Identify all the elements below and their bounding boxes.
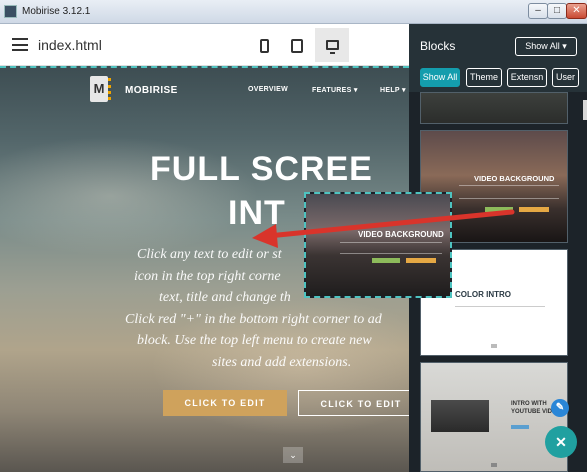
hero-text-line[interactable]: sites and add extensions.	[212, 352, 351, 373]
show-all-dropdown[interactable]: Show All ▾	[515, 37, 577, 56]
block-thumbnail-intro-youtube[interactable]: INTRO WITH YOUTUBE VIDEO	[420, 362, 568, 472]
blocks-panel-title: Blocks	[420, 39, 456, 53]
nav-features[interactable]: FEATURES ▾	[312, 86, 358, 94]
filter-user[interactable]: User	[552, 68, 579, 87]
filter-extensions[interactable]: Extensn	[507, 68, 547, 87]
nav-overview[interactable]: OVERVIEW	[248, 86, 288, 93]
hero-text-line[interactable]: Click any text to edit or st	[137, 244, 282, 265]
block-thumbnail[interactable]	[420, 92, 568, 124]
desktop-view-button[interactable]	[315, 28, 349, 62]
video-preview	[431, 400, 489, 432]
dragged-block-video-background[interactable]: VIDEO BACKGROUND	[304, 192, 452, 298]
tablet-view-button[interactable]	[283, 32, 311, 60]
tablet-icon	[291, 39, 303, 53]
edit-pencil-icon[interactable]: ✎	[551, 399, 569, 417]
editor-toolbar: index.html	[0, 24, 409, 66]
mobile-icon	[259, 39, 269, 53]
close-button[interactable]: ✕	[566, 3, 587, 19]
window-titlebar: Mobirise 3.12.1 – □ ✕	[0, 0, 587, 24]
window-title: Mobirise 3.12.1	[22, 6, 91, 17]
mobile-view-button[interactable]	[250, 32, 278, 60]
site-navbar: M MOBIRISE OVERVIEW FEATURES ▾ HELP ▾	[0, 66, 409, 116]
scroll-down-icon[interactable]: ⌄	[283, 447, 303, 463]
hero-text-line[interactable]: text, title and change th	[159, 287, 291, 308]
nav-help[interactable]: HELP ▾	[380, 86, 406, 94]
drop-target-line	[0, 66, 409, 68]
hamburger-menu-icon[interactable]	[12, 38, 28, 51]
click-to-edit-secondary-button[interactable]: CLICK TO EDIT	[298, 390, 409, 416]
hero-text-line[interactable]: Click red "+" in the bottom right corner…	[125, 309, 382, 330]
hero-title-line1[interactable]: FULL SCREE	[150, 150, 409, 189]
mobirise-logo-icon[interactable]: M	[90, 76, 108, 102]
filter-theme[interactable]: Theme	[466, 68, 502, 87]
desktop-icon	[325, 40, 339, 54]
add-block-button[interactable]: ✕	[545, 426, 577, 458]
app-icon	[4, 5, 17, 18]
maximize-button[interactable]: □	[547, 3, 567, 19]
panel-scrollbar[interactable]	[583, 100, 587, 120]
hero-text-line[interactable]: icon in the top right corne	[134, 266, 281, 287]
minimize-button[interactable]: –	[528, 3, 548, 19]
current-filename: index.html	[38, 37, 102, 53]
filter-show-all[interactable]: Show All	[420, 68, 460, 87]
site-brand[interactable]: MOBIRISE	[125, 85, 178, 96]
hero-text-line[interactable]: block. Use the top left menu to create n…	[137, 330, 372, 351]
click-to-edit-primary-button[interactable]: CLICK TO EDIT	[163, 390, 287, 416]
